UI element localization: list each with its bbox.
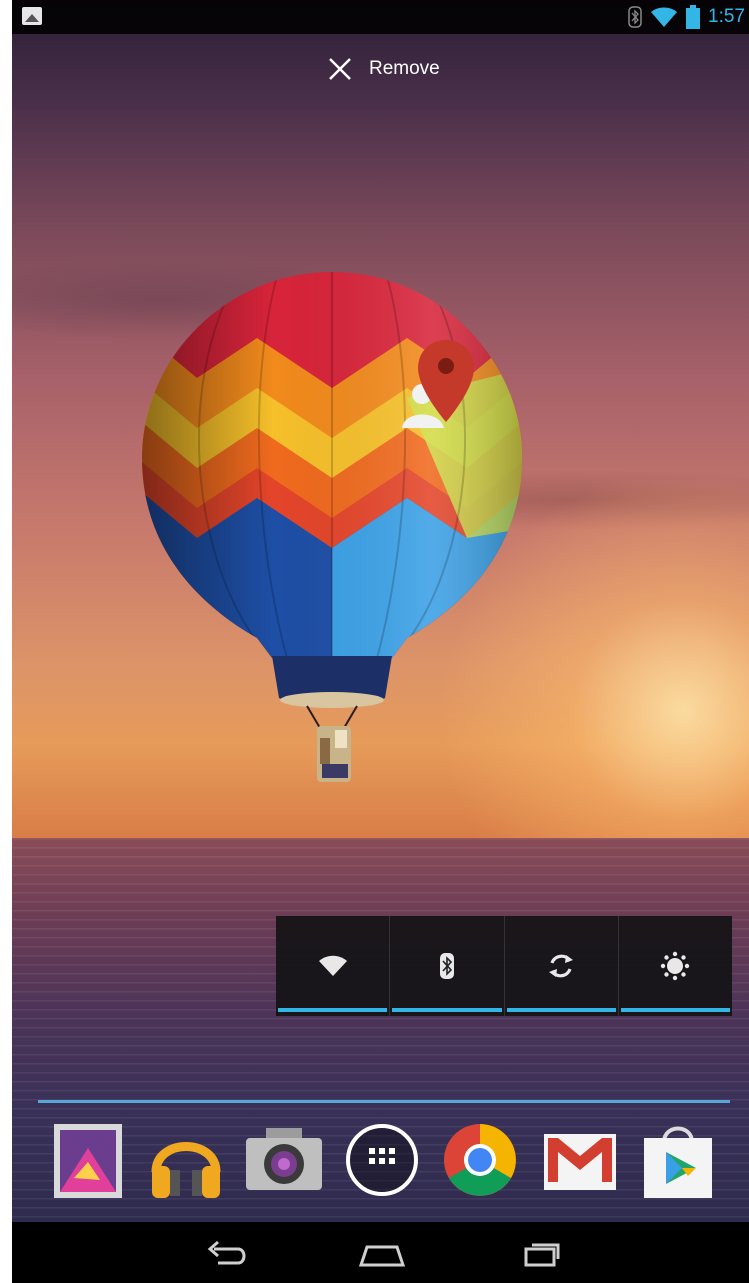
bluetooth-toggle[interactable] <box>390 916 505 1016</box>
sync-indicator <box>506 1008 616 1012</box>
wifi-indicator <box>278 1008 388 1012</box>
brightness-indicator <box>620 1008 730 1012</box>
app-drawer-icon[interactable] <box>342 1118 422 1204</box>
close-icon <box>329 58 351 80</box>
bluetooth-icon <box>628 6 642 28</box>
recents-icon <box>524 1243 560 1267</box>
power-control-widget <box>276 916 732 1016</box>
back-icon <box>207 1240 246 1265</box>
gallery-icon[interactable] <box>48 1118 128 1204</box>
headphones-icon[interactable] <box>146 1118 226 1204</box>
home-screen: 1:57 Remove <box>12 0 749 1283</box>
remove-label: Remove <box>369 58 440 79</box>
hotseat-dock <box>12 1118 749 1210</box>
status-time: 1:57 <box>708 6 745 27</box>
sync-toggle[interactable] <box>505 916 619 1016</box>
home-button[interactable] <box>352 1234 412 1274</box>
status-icons: 1:57 <box>628 4 745 30</box>
status-bar: 1:57 <box>12 0 749 34</box>
back-button[interactable] <box>196 1234 256 1274</box>
wifi-icon <box>651 7 678 27</box>
gmail-icon[interactable] <box>540 1118 620 1204</box>
chrome-icon[interactable] <box>440 1118 520 1204</box>
sync-icon <box>549 954 574 978</box>
wifi-toggle[interactable] <box>276 916 391 1016</box>
dock-divider <box>38 1100 730 1103</box>
bluetooth-indicator <box>392 1008 502 1012</box>
recents-button[interactable] <box>512 1234 572 1274</box>
home-icon <box>358 1245 406 1267</box>
navigation-bar <box>12 1222 749 1283</box>
wifi-icon <box>318 955 347 976</box>
brightness-icon <box>661 951 690 981</box>
map-pin-icon[interactable] <box>416 338 476 424</box>
bluetooth-icon <box>439 953 454 979</box>
play-store-icon[interactable] <box>638 1118 718 1204</box>
camera-icon[interactable] <box>244 1118 324 1204</box>
gallery-notification-icon[interactable] <box>22 7 42 25</box>
battery-icon <box>686 5 701 29</box>
brightness-toggle[interactable] <box>619 916 732 1016</box>
remove-drop-target[interactable]: Remove <box>327 52 440 86</box>
